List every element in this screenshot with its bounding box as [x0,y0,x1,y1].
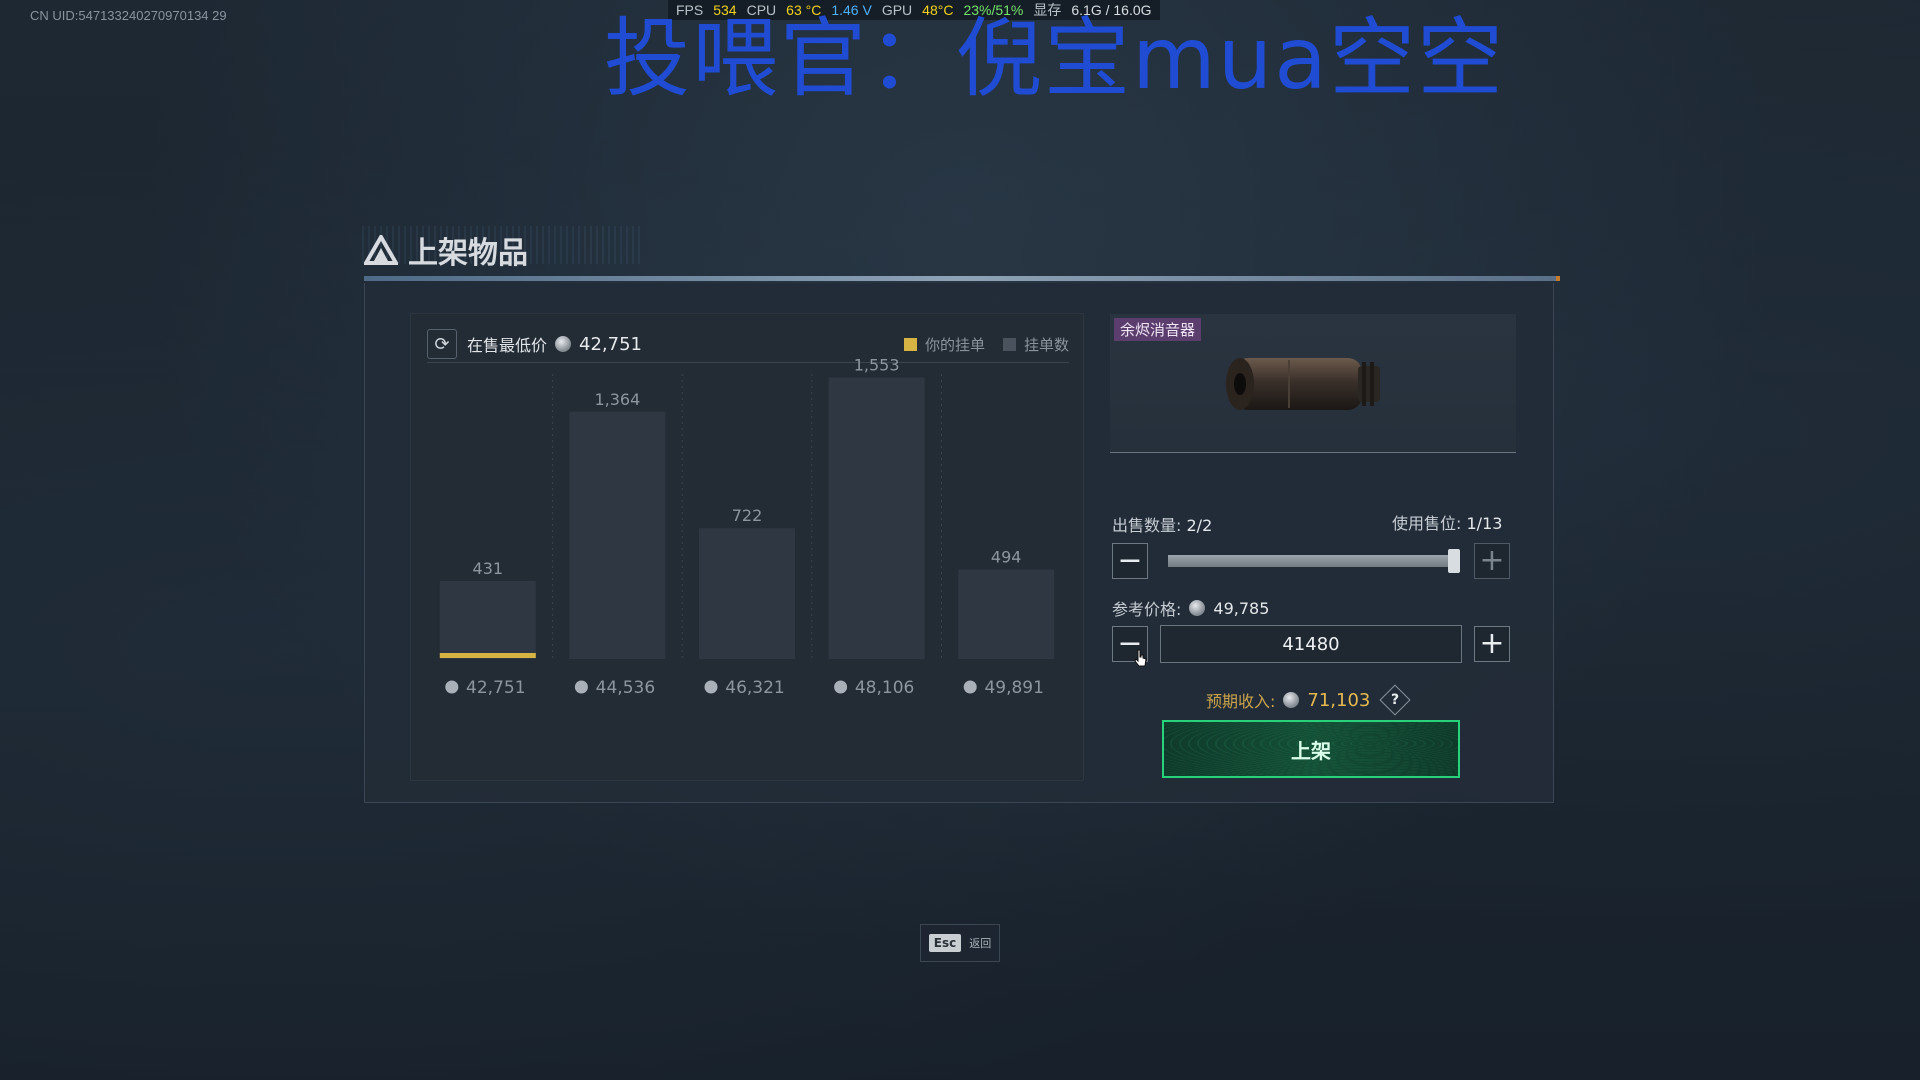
help-glyph: ? [1391,692,1400,708]
coin-icon [963,680,977,694]
coin-icon [834,680,848,694]
help-icon[interactable]: ? [1379,684,1411,716]
item-preview: 余烬消音器 [1110,314,1516,453]
price-input[interactable] [1160,625,1462,663]
chart-value-label: 722 [732,506,763,525]
chart-bar [958,569,1055,659]
coin-icon [574,680,588,694]
sell-qty-row: 出售数量: 2/2 [1112,512,1212,536]
chart-tick-label: 49,891 [984,678,1043,698]
chart-bar-your-listing [439,653,536,658]
slot-value: 1/13 [1466,514,1503,533]
expected-income-value: 71,103 [1307,689,1371,711]
chart-bar [828,377,925,659]
slot-row: 使用售位: 1/13 [1392,510,1502,534]
panel-title-text: 上架物品 [408,236,528,271]
delta-logo-icon [364,235,398,265]
chart-tick-label: 46,321 [725,678,784,698]
chart-bar [569,411,666,659]
mouse-cursor-icon [1134,649,1147,667]
bar-chart-svg: 431 42,751 1,364 44,536 722 46,321 1,553 48,106… [439,356,1055,698]
qty-slider-fill [1168,555,1454,567]
ref-price-label: 参考价格: [1112,600,1182,619]
chart-tick-label: 48,106 [855,678,914,698]
suppressor-image [1226,358,1380,410]
ref-price-value: 49,785 [1213,598,1270,618]
uid-label: CN UID:547133240270970134 29 [30,8,227,23]
streamer-watermark: 投喂官：倪宝mua空空 [604,9,1505,109]
chart-value-label: 1,364 [594,390,640,409]
esc-key-icon: Esc [928,934,962,952]
item-name-tag: 余烬消音器 [1114,318,1202,341]
coin-icon [1283,692,1300,708]
coin-icon [445,680,459,694]
price-increase-button[interactable]: + [1474,626,1510,662]
chart-value-label: 494 [991,547,1022,566]
title-divider [364,276,1560,281]
coin-icon [1189,600,1206,616]
ref-price-row: 参考价格: 49,785 [1112,596,1269,620]
list-item-button[interactable]: 上架 [1162,720,1460,778]
chart-tick-label: 42,751 [466,678,525,698]
sell-qty-value: 2/2 [1186,516,1213,535]
chart-bar [699,528,795,659]
expected-income: 预期收入: 71,103 ? [1206,684,1411,716]
expected-income-label: 预期收入: [1206,692,1276,711]
sell-qty-label: 出售数量: [1112,516,1182,535]
chart-value-label: 431 [473,559,504,578]
chart-bar [439,580,536,659]
coin-icon [704,680,718,694]
back-button[interactable]: Esc 返回 [920,924,1000,962]
back-label: 返回 [969,937,992,950]
slot-label: 使用售位: [1392,514,1462,533]
panel-title: 上架物品 [364,228,528,272]
price-chart: ⟳ 在售最低价 42,751 你的挂单 挂单数 431 42,751 1,364 44… [410,313,1084,781]
chart-tick-label: 44,536 [596,678,655,698]
qty-slider[interactable] [1168,549,1460,573]
qty-slider-handle[interactable] [1448,549,1460,573]
qty-increase-button[interactable]: + [1474,543,1510,579]
chart-value-label: 1,553 [854,356,900,375]
qty-decrease-button[interactable]: − [1112,543,1148,579]
